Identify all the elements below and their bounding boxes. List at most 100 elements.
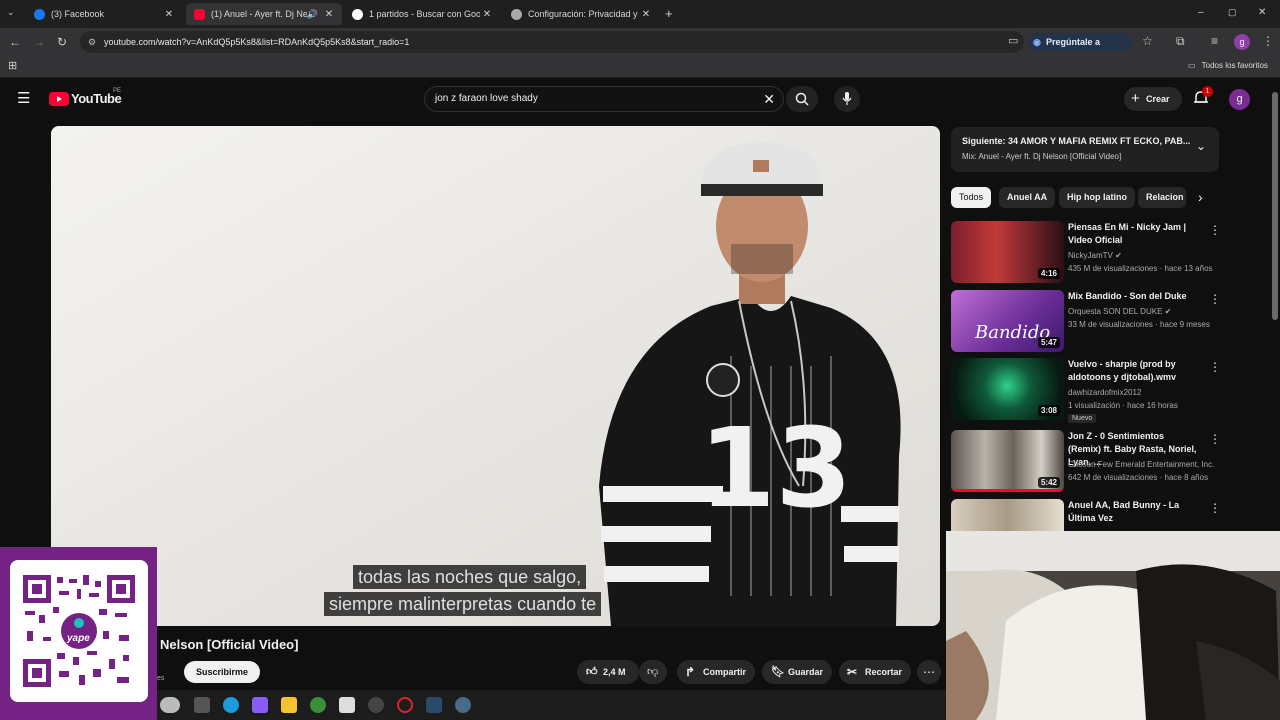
search-input[interactable]: jon z faraon love shady ✕ [424, 86, 784, 112]
playlist-up-next[interactable]: Siguiente: 34 AMOR Y MAFIA REMIX FT ECKO… [951, 127, 1219, 172]
recommendation-item[interactable]: Bandido 5:47 Mix Bandido - Son del Duke … [951, 290, 1221, 352]
bookmark-icon: 🔖︎ [771, 666, 785, 678]
page-scrollbar[interactable] [1272, 92, 1278, 320]
more-options-icon[interactable]: ⋮ [1209, 360, 1221, 374]
chips-next-arrow-icon[interactable]: › [1198, 189, 1203, 205]
video-thumbnail[interactable]: 5:42 [951, 430, 1064, 492]
bookmark-star-icon[interactable]: ☆ [1142, 35, 1153, 47]
clip-button[interactable]: ✂ Recortar [839, 660, 911, 684]
watch-progress-bar [951, 489, 1064, 492]
address-bar[interactable]: ⚙ youtube.com/watch?v=AnKdQ5p5Ks8&list=R… [80, 31, 1024, 53]
video-thumbnail[interactable]: 3:08 [951, 358, 1064, 420]
tab-youtube[interactable]: (1) Anuel - Ayer ft. Dj Nelso 🔊 ✕ [186, 3, 342, 25]
ask-google-button[interactable]: ◉ Pregúntale a Google [1028, 33, 1132, 65]
clear-search-icon[interactable]: ✕ [763, 87, 775, 111]
save-label: Guardar [788, 667, 824, 677]
save-button[interactable]: 🔖︎ Guardar [762, 660, 832, 684]
hamburger-menu-icon[interactable]: ☰ [17, 91, 30, 106]
cast-icon[interactable]: ▭ [1008, 36, 1018, 47]
like-button[interactable]: 👍︎ 2,4 M [577, 660, 639, 684]
recommendation-title[interactable]: Piensas En Mi - Nicky Jam | Video Oficia… [1068, 221, 1198, 247]
browser-menu-icon[interactable]: ⋮ [1262, 35, 1274, 47]
more-options-icon[interactable]: ⋮ [1209, 432, 1221, 446]
tab-google-search[interactable]: 1 partidos - Buscar con Google ✕ [344, 3, 500, 25]
chip-todos[interactable]: Todos [951, 187, 992, 208]
site-info-icon[interactable]: ⚙ [88, 31, 96, 53]
profile-avatar[interactable]: g [1234, 34, 1250, 50]
subscribe-button[interactable]: Suscribirme [184, 661, 261, 683]
tab-close-icon[interactable]: ✕ [639, 9, 653, 20]
youtube-play-logo-icon [49, 92, 69, 106]
browser-toolbar: ← → ↻ ⚙ youtube.com/watch?v=AnKdQ5p5Ks8&… [0, 28, 1280, 65]
more-options-icon[interactable]: ⋮ [1209, 501, 1221, 515]
window-close-icon[interactable]: ✕ [1258, 8, 1266, 18]
chrome-icon[interactable] [310, 697, 326, 713]
edge-browser-icon[interactable] [223, 697, 239, 713]
voice-search-button[interactable] [834, 86, 860, 112]
store-icon[interactable] [339, 697, 355, 713]
reload-icon[interactable]: ↻ [57, 36, 67, 48]
minimize-icon[interactable]: – [1198, 8, 1204, 18]
chip-relacionados[interactable]: Relacion [1138, 187, 1186, 208]
yape-logo-text: yape [67, 633, 90, 644]
settings-app-icon[interactable] [455, 697, 471, 713]
apps-grid-icon[interactable]: ⊞ [8, 61, 17, 72]
google-icon [352, 8, 363, 20]
all-favorites-button[interactable]: ▭ Todos los favoritos [1188, 61, 1268, 70]
recommendation-item[interactable]: Anuel AA, Bad Bunny - La Última Vez ⋮ [951, 499, 1221, 531]
reading-list-icon[interactable]: ≡ [1211, 35, 1218, 47]
steam-like-icon[interactable] [368, 697, 384, 713]
duration-badge: 5:42 [1037, 477, 1060, 488]
recommendation-title[interactable]: Anuel AA, Bad Bunny - La Última Vez [1068, 499, 1198, 525]
tab-settings[interactable]: Configuración: Privacidad y seg ✕ [503, 3, 659, 25]
chip-hip-hop-latino[interactable]: Hip hop latino [1059, 187, 1135, 208]
recommendation-item[interactable]: 5:42 Jon Z - 0 Sentimientos (Remix) ft. … [951, 430, 1221, 492]
youtube-masthead: ☰ YouTube PE jon z faraon love shady ✕ +… [0, 80, 1280, 120]
more-options-icon[interactable]: ⋮ [1209, 223, 1221, 237]
search-button[interactable] [786, 86, 818, 112]
video-thumbnail[interactable] [951, 499, 1064, 531]
tab-label: Configuración: Privacidad y seg [528, 9, 639, 19]
view-stats: 1 visualización · hace 16 horas [1068, 401, 1178, 410]
forward-icon[interactable]: → [33, 36, 45, 48]
recommendation-title[interactable]: Mix Bandido - Son del Duke [1068, 290, 1198, 303]
tab-facebook[interactable]: (3) Facebook ✕ [26, 3, 182, 25]
steam-icon[interactable] [426, 697, 442, 713]
tab-search-icon[interactable]: ⌄ [7, 8, 15, 17]
back-icon[interactable]: ← [9, 36, 21, 48]
copilot-icon[interactable] [252, 697, 268, 713]
up-next-title: Siguiente: 34 AMOR Y MAFIA REMIX FT ECKO… [962, 136, 1191, 146]
plus-icon: + [1131, 90, 1140, 107]
file-explorer-icon[interactable] [194, 697, 210, 713]
more-actions-icon[interactable]: ⋯ [917, 660, 941, 684]
recommendation-item[interactable]: 4:16 Piensas En Mi - Nicky Jam | Video O… [951, 221, 1221, 283]
user-avatar[interactable]: g [1229, 89, 1250, 110]
folder-app-icon[interactable] [281, 697, 297, 713]
chevron-down-icon[interactable]: ⌄ [1196, 139, 1206, 153]
bookmarks-bar: ⊞ ▭ Todos los favoritos [0, 56, 1280, 78]
view-stats: 642 M de visualizaciones · hace 8 años [1068, 473, 1209, 482]
speaker-icon[interactable]: 🔊 [307, 9, 318, 20]
notifications-button[interactable]: 1 [1193, 86, 1213, 108]
create-button[interactable]: + Crear [1124, 87, 1182, 111]
recommendation-item[interactable]: 3:08 Vuelvo - sharpie (prod by aldotoons… [951, 358, 1221, 423]
share-button[interactable]: ↱ Compartir [677, 660, 755, 684]
tab-close-icon[interactable]: ✕ [480, 9, 494, 20]
video-title: Nelson [Official Video] [160, 637, 299, 652]
opera-icon[interactable] [397, 697, 413, 713]
tab-close-icon[interactable]: ✕ [322, 9, 336, 20]
new-tab-button[interactable]: + [665, 7, 673, 20]
extensions-icon[interactable]: ⧉ [1176, 35, 1185, 47]
video-thumbnail[interactable]: Bandido 5:47 [951, 290, 1064, 352]
weather-widget-icon[interactable] [160, 697, 180, 713]
dislike-button[interactable]: 👎︎ [639, 660, 667, 684]
video-player[interactable]: 13 todas las noches que salgo, siempre m… [51, 126, 940, 626]
tab-close-icon[interactable]: ✕ [162, 9, 176, 20]
maximize-icon[interactable]: ▢ [1228, 8, 1237, 17]
view-stats: 435 M de visualizaciones · hace 13 años [1068, 264, 1213, 273]
video-thumbnail[interactable]: 4:16 [951, 221, 1064, 283]
caption-line-2: siempre malinterpretas cuando te [324, 592, 602, 616]
more-options-icon[interactable]: ⋮ [1209, 292, 1221, 306]
recommendation-title[interactable]: Vuelvo - sharpie (prod by aldotoons y dj… [1068, 358, 1198, 384]
chip-anuel-aa[interactable]: Anuel AA [999, 187, 1056, 208]
